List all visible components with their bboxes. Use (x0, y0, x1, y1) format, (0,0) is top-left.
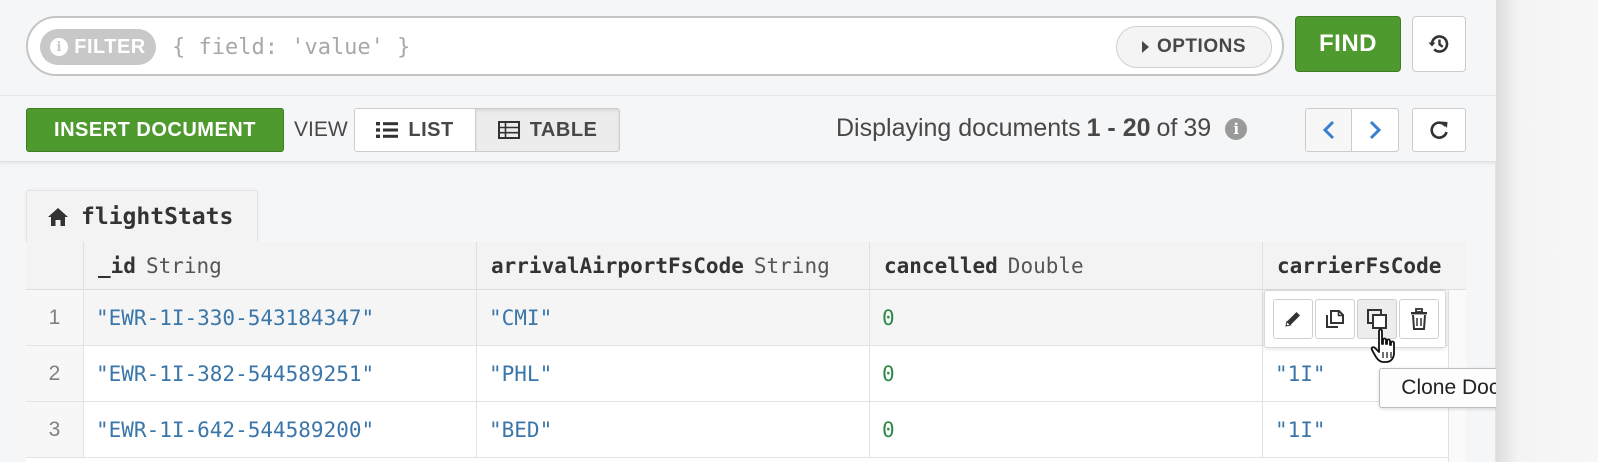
edit-document-button[interactable] (1273, 299, 1313, 339)
next-page-button[interactable] (1352, 109, 1398, 151)
displaying-range: 1 - 20 (1086, 114, 1151, 142)
table-header: _id String arrivalAirportFsCode String c… (26, 242, 1466, 290)
caret-right-icon (1141, 41, 1149, 53)
delete-document-button[interactable] (1399, 299, 1439, 339)
collection-name: flightStats (81, 203, 234, 230)
id-cell[interactable]: "EWR-1I-642-544589200" (84, 402, 477, 457)
clone-icon (1367, 309, 1387, 329)
refresh-button[interactable] (1412, 108, 1466, 152)
row-number: 3 (26, 402, 84, 457)
table-view-label: TABLE (529, 118, 598, 141)
arrival-cell[interactable]: "CMI" (477, 290, 870, 345)
row-number: 2 (26, 346, 84, 401)
chevron-right-icon (1369, 120, 1382, 140)
column-type: String (753, 254, 830, 278)
cancelled-cell[interactable]: 0 (870, 346, 1263, 401)
arrival-cell[interactable]: "BED" (477, 402, 870, 457)
refresh-icon (1430, 121, 1448, 139)
table-view-button[interactable]: TABLE (476, 109, 619, 151)
column-name: cancelled (884, 254, 998, 278)
displaying-prefix: Displaying documents (836, 114, 1081, 142)
filter-bar: i FILTER OPTIONS (26, 16, 1284, 76)
filter-label: FILTER (74, 35, 146, 58)
arrival-cell[interactable]: "PHL" (477, 346, 870, 401)
displaying-total: 39 (1183, 114, 1212, 142)
options-button[interactable]: OPTIONS (1116, 26, 1272, 68)
history-icon (1428, 35, 1449, 53)
displaying-of: of (1156, 114, 1178, 142)
info-icon: i (50, 38, 69, 56)
pencil-icon (1285, 312, 1300, 327)
find-button[interactable]: FIND (1295, 16, 1401, 72)
info-icon[interactable]: i (1225, 117, 1248, 140)
copy-icon (1326, 310, 1344, 328)
pager (1305, 108, 1399, 152)
query-history-button[interactable] (1412, 16, 1466, 72)
list-icon (376, 122, 399, 138)
options-label: OPTIONS (1156, 36, 1246, 57)
row-number: 1 (26, 290, 84, 345)
trash-icon (1411, 308, 1427, 330)
column-header[interactable]: cancelled Double (870, 242, 1263, 290)
table-row[interactable]: 1 "EWR-1I-330-543184347" "CMI" 0 (26, 290, 1448, 346)
insert-document-button[interactable]: INSERT DOCUMENT (26, 108, 284, 152)
view-label: VIEW (294, 118, 348, 141)
pagination-status: Displaying documents 1 - 20 of 39 i (836, 114, 1248, 143)
row-actions-toolbar (1264, 290, 1446, 348)
table-row[interactable]: 2 "EWR-1I-382-544589251" "PHL" 0 "1I" (26, 346, 1448, 402)
documents-table: _id String arrivalAirportFsCode String c… (26, 242, 1466, 462)
cancelled-cell[interactable]: 0 (870, 402, 1263, 457)
id-cell[interactable]: "EWR-1I-382-544589251" (84, 346, 477, 401)
column-name: _id (98, 254, 136, 278)
column-type: Double (1007, 254, 1084, 278)
filter-label-pill[interactable]: i FILTER (40, 29, 156, 65)
collection-tab[interactable]: flightStats (26, 190, 258, 242)
cancelled-cell[interactable]: 0 (870, 290, 1263, 345)
column-header[interactable]: carrierFsCode (1263, 242, 1466, 290)
documents-toolbar: INSERT DOCUMENT VIEW LIST TABLE Displayi… (0, 96, 1496, 162)
column-header[interactable]: _id String (84, 242, 477, 290)
copy-document-button[interactable] (1315, 299, 1355, 339)
table-icon (497, 121, 520, 139)
column-header[interactable]: arrivalAirportFsCode String (477, 242, 870, 290)
view-switcher: LIST TABLE (354, 108, 620, 152)
chevron-left-icon (1322, 120, 1334, 140)
table-row[interactable]: 3 "EWR-1I-642-544589200" "BED" 0 "1I" (26, 402, 1448, 458)
previous-page-button[interactable] (1306, 109, 1353, 151)
carrier-cell[interactable]: "1I" (1263, 402, 1448, 457)
id-cell[interactable]: "EWR-1I-330-543184347" (84, 290, 477, 345)
filter-input[interactable] (172, 30, 1072, 64)
window-edge-shadow (1496, 0, 1598, 462)
list-view-label: LIST (408, 118, 454, 141)
row-number-header (26, 242, 84, 290)
column-name: arrivalAirportFsCode (491, 254, 744, 278)
list-view-button[interactable]: LIST (355, 109, 477, 151)
column-name: carrierFsCode (1277, 254, 1442, 278)
app-window: i FILTER OPTIONS FIND INSERT DOCUMENT VI… (0, 0, 1580, 462)
home-icon (48, 207, 68, 226)
hand-pointer-cursor-icon (1370, 328, 1395, 363)
column-type: String (145, 254, 222, 278)
query-bar: i FILTER OPTIONS FIND (0, 0, 1496, 96)
